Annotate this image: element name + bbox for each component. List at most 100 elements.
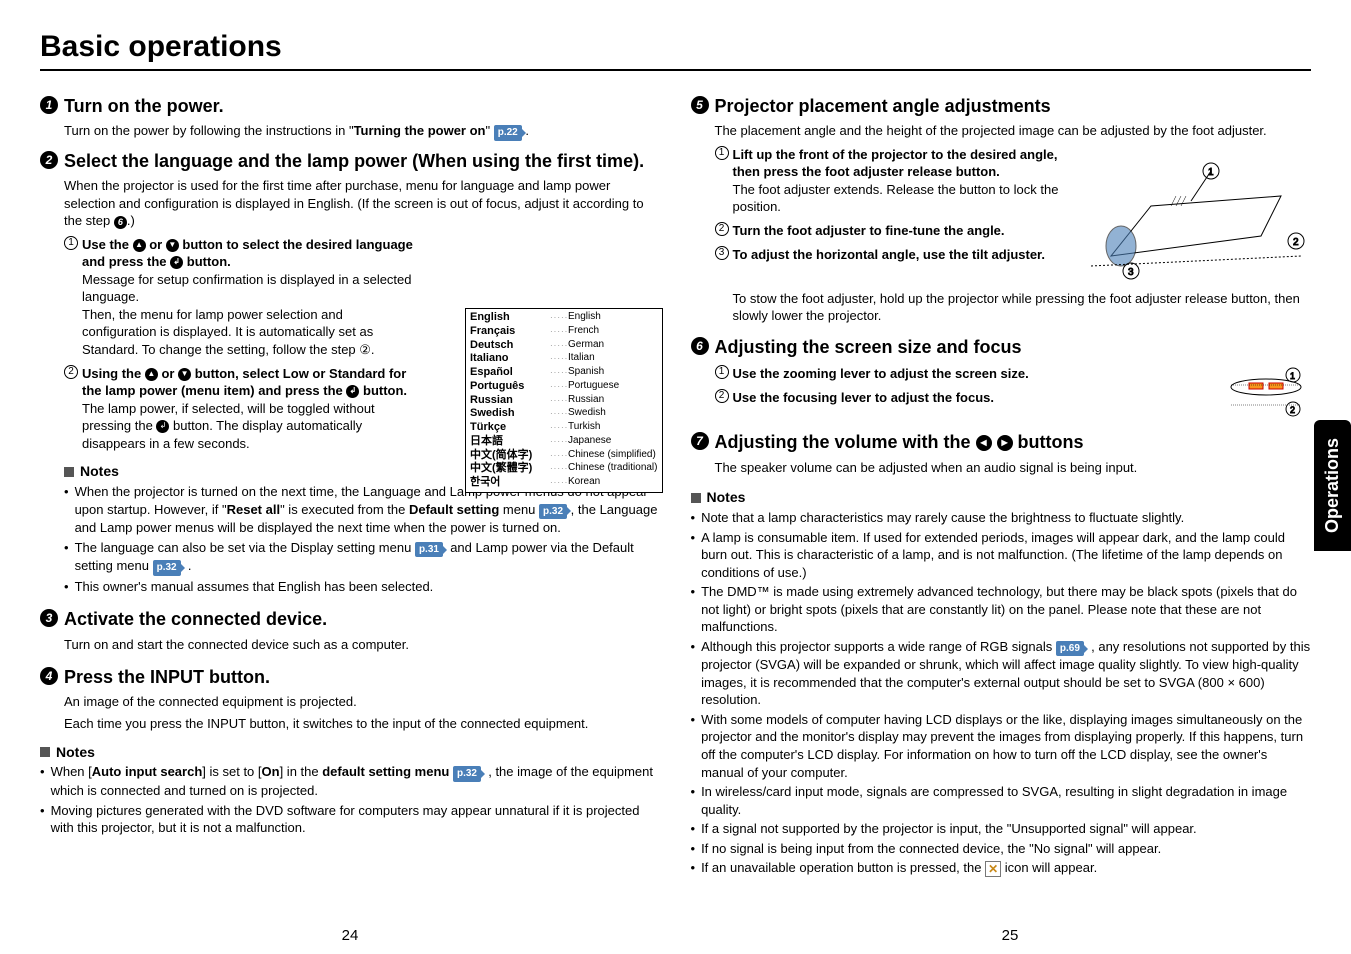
note-item: • This owner's manual assumes that Engli…: [64, 578, 661, 596]
notes-marker-icon: [64, 467, 74, 477]
text: In wireless/card input mode, signals are…: [701, 783, 1311, 818]
note-item: •If no signal is being input from the co…: [691, 840, 1312, 858]
lang-row: 中文(简体字)···············Chinese (simplifie…: [470, 449, 658, 463]
text: This owner's manual assumes that English…: [75, 578, 434, 596]
lang-row: Español···············Spanish: [470, 366, 658, 380]
note-item: • The language can also be set via the D…: [64, 539, 661, 576]
text: The language can also be set via the Dis…: [75, 540, 415, 555]
text: ] is set to [: [202, 764, 261, 779]
step-1-title: Turn on the power.: [64, 94, 224, 118]
lang-row: English···············English: [470, 311, 658, 325]
note-item: •A lamp is consumable item. If used for …: [691, 529, 1312, 582]
text: button.: [183, 254, 231, 269]
substep-2-title: Using the ▲ or ▼ button, select Low or S…: [82, 365, 419, 400]
text: or: [146, 237, 166, 252]
text: Adjusting the volume with the: [715, 432, 976, 452]
text: A lamp is consumable item. If used for e…: [701, 529, 1311, 582]
down-icon: ▼: [166, 239, 179, 252]
step-1-body: Turn on the power by following the instr…: [64, 122, 661, 141]
text: Use the: [82, 237, 133, 252]
step-2-icon: 2: [40, 151, 58, 169]
notes-marker-icon: [40, 747, 50, 757]
note-item: • Moving pictures generated with the DVD…: [40, 802, 661, 837]
substep-title: Lift up the front of the projector to th…: [733, 146, 1072, 181]
note-item: • Although this projector supports a wid…: [691, 638, 1312, 709]
text: button.: [359, 383, 407, 398]
language-table: English···············EnglishFrançais···…: [465, 308, 663, 493]
text: On: [262, 764, 280, 779]
text: icon will appear.: [1001, 860, 1097, 875]
text: or: [158, 366, 178, 381]
lang-row: Deutsch···············German: [470, 339, 658, 353]
side-tab: Operations: [1314, 420, 1351, 551]
lang-row: 한국어···············Korean: [470, 476, 658, 490]
substep-3: 3: [715, 246, 729, 260]
substep-title: Use the focusing lever to adjust the foc…: [733, 389, 1214, 407]
svg-text:1: 1: [1290, 371, 1295, 381]
step-4-icon: 4: [40, 667, 58, 685]
step-3-body: Turn on and start the connected device s…: [64, 636, 661, 654]
text: ": [485, 123, 493, 138]
substep-2: 2: [64, 365, 78, 379]
projector-diagram: 1 2 3: [1081, 146, 1311, 286]
text: ] in the: [280, 764, 323, 779]
text: Default setting: [409, 502, 499, 517]
step-1-icon: 1: [40, 96, 58, 114]
substep-1-body: Message for setup confirmation is displa…: [82, 271, 419, 306]
substep-1: 1: [715, 365, 729, 379]
lang-row: 日本語···············Japanese: [470, 435, 658, 449]
x-icon: ✕: [985, 861, 1001, 877]
svg-text:2: 2: [1290, 405, 1295, 415]
text: The DMD™ is made using extremely advance…: [701, 583, 1311, 636]
svg-text:1: 1: [1208, 167, 1214, 178]
step-5-icon: 5: [691, 96, 709, 114]
text: If a signal not supported by the project…: [701, 820, 1197, 838]
page-ref-31: p.31: [415, 542, 443, 558]
text: default setting menu: [322, 764, 449, 779]
text: .: [184, 558, 191, 573]
step-5-body: The placement angle and the height of th…: [715, 122, 1312, 140]
page-ref-69: p.69: [1056, 641, 1084, 657]
page-ref-22: p.22: [494, 125, 522, 141]
text: When [: [51, 764, 92, 779]
text: If an unavailable operation button is pr…: [701, 860, 985, 875]
text: Turning the power on: [354, 123, 486, 138]
lang-row: Russian···············Russian: [470, 394, 658, 408]
step-2-body: When the projector is used for the first…: [64, 177, 661, 230]
up-icon: ▲: [145, 368, 158, 381]
lang-row: Italiano···············Italian: [470, 352, 658, 366]
step-ref-6-icon: 6: [114, 216, 127, 229]
step-6-icon: 6: [691, 337, 709, 355]
substep-title: Turn the foot adjuster to fine-tune the …: [733, 222, 1072, 240]
text: With some models of computer having LCD …: [701, 711, 1311, 781]
left-column: 1 Turn on the power. Turn on the power b…: [40, 86, 661, 877]
note-item: •If a signal not supported by the projec…: [691, 820, 1312, 838]
up-icon: ▲: [133, 239, 146, 252]
page-ref-32: p.32: [153, 560, 181, 576]
page-number-left: 24: [325, 927, 375, 944]
substep-title: To adjust the horizontal angle, use the …: [733, 246, 1072, 264]
text: menu: [499, 502, 539, 517]
page-ref-32: p.32: [453, 766, 481, 782]
step-3-icon: 3: [40, 609, 58, 627]
substep-1: 1: [715, 146, 729, 160]
lens-diagram: 1 2: [1221, 365, 1311, 420]
substep-2: 2: [715, 222, 729, 236]
svg-text:2: 2: [1293, 237, 1299, 248]
page-number-right: 25: [985, 927, 1035, 944]
page-title: Basic operations: [40, 30, 1311, 71]
note-item: •In wireless/card input mode, signals ar…: [691, 783, 1312, 818]
note-item: •With some models of computer having LCD…: [691, 711, 1312, 781]
note-item: • When [Auto input search] is set to [On…: [40, 763, 661, 799]
enter-icon: ↲: [156, 420, 169, 433]
lang-row: Türkçe···············Turkish: [470, 421, 658, 435]
note-item: •The DMD™ is made using extremely advanc…: [691, 583, 1312, 636]
notes-title: Notes: [707, 488, 746, 507]
step-5-title: Projector placement angle adjustments: [715, 94, 1051, 118]
substep-1-title: Use the ▲ or ▼ button to select the desi…: [82, 236, 419, 271]
step-7-icon: 7: [691, 432, 709, 450]
right-icon: ▶: [997, 435, 1013, 451]
note-item: • If an unavailable operation button is …: [691, 859, 1312, 877]
lang-row: Swedish···············Swedish: [470, 407, 658, 421]
notes-title: Notes: [80, 462, 119, 481]
